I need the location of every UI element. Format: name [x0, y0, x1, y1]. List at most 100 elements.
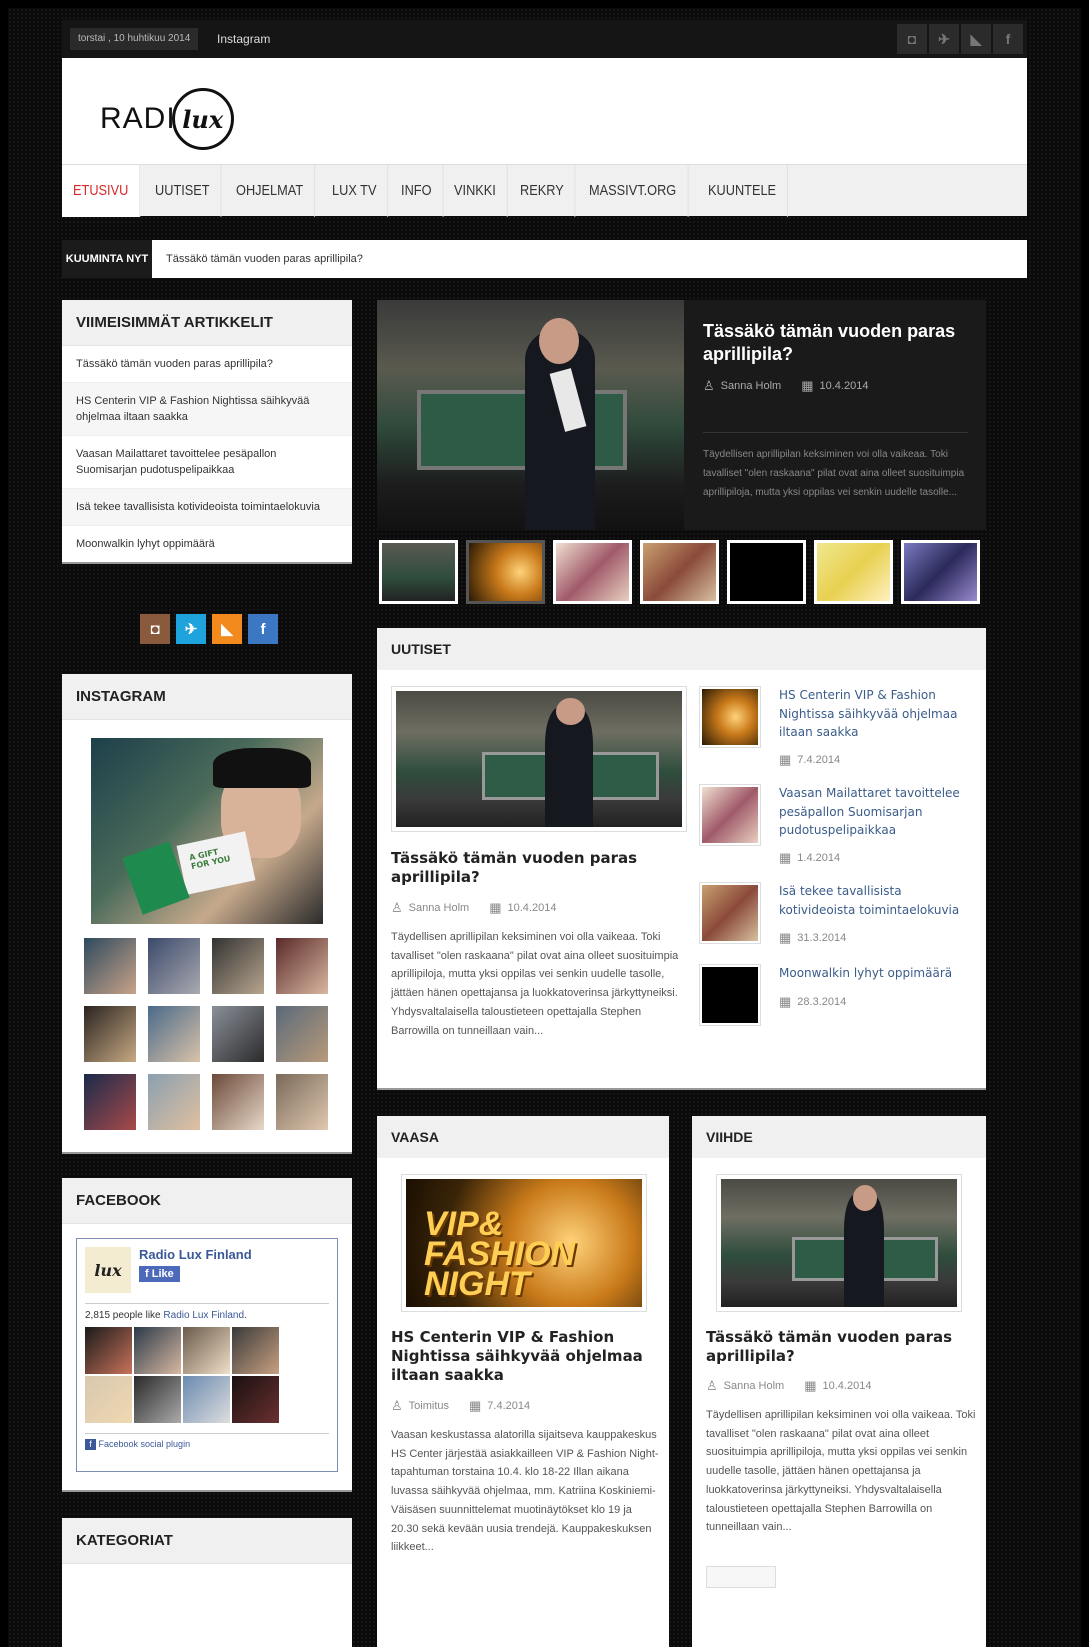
ticker-headline[interactable]: Tässäkö tämän vuoden paras aprillipila? [166, 240, 363, 278]
instagram-icon[interactable]: ◘ [140, 614, 170, 644]
instagram-thumb[interactable] [84, 1006, 136, 1062]
section-title: UUTISET [377, 628, 986, 670]
like-count-link[interactable]: Radio Lux Finland [163, 1310, 244, 1321]
instagram-thumb[interactable] [212, 1006, 264, 1062]
avatar[interactable] [232, 1376, 279, 1423]
list-item[interactable]: HS Centerin VIP & Fashion Nightissa säih… [62, 383, 352, 436]
side-thumb[interactable] [699, 686, 761, 748]
vaasa-section: VAASA VIP& FASHION NIGHT HS Centerin VIP… [377, 1116, 669, 1647]
instagram-thumb[interactable] [276, 1074, 328, 1130]
avatar[interactable] [134, 1376, 181, 1423]
list-item[interactable]: Tässäkö tämän vuoden paras aprillipila? [62, 346, 352, 383]
widget-title: INSTAGRAM [62, 674, 352, 720]
author[interactable]: Toimitus [409, 1400, 449, 1412]
viihde-article-title[interactable]: Tässäkö tämän vuoden paras aprillipila? [706, 1328, 968, 1366]
rss-icon[interactable]: ◣ [961, 24, 991, 54]
side-thumb[interactable] [699, 964, 761, 1026]
side-thumb[interactable] [699, 882, 761, 944]
instagram-thumb[interactable] [84, 1074, 136, 1130]
facebook-icon: f [85, 1439, 96, 1450]
viihde-image[interactable] [716, 1174, 962, 1312]
uutiset-main-meta: ♙ Sanna Holm ▦ 10.4.2014 [391, 900, 556, 916]
instagram-featured-photo[interactable]: A GIFT FOR YOU [91, 738, 323, 924]
author[interactable]: Sanna Holm [724, 1380, 785, 1392]
section-title: VIIHDE [692, 1116, 986, 1158]
vaasa-excerpt: Vaasan keskustassa alatorilla sijaitseva… [391, 1429, 659, 1554]
slider-thumb[interactable] [466, 540, 545, 604]
instagram-thumb[interactable] [276, 938, 328, 994]
uutiset-main-excerpt: Täydellisen aprillipilan keksiminen voi … [391, 931, 679, 1037]
nav-item-kuuntele[interactable]: KUUNTELE [697, 165, 789, 217]
calendar-icon: ▦ [779, 850, 792, 865]
twitter-icon[interactable]: ✈ [929, 24, 959, 54]
slider-thumb[interactable] [814, 540, 893, 604]
rss-icon[interactable]: ◣ [212, 614, 242, 644]
uutiset-main-title[interactable]: Tässäkö tämän vuoden paras aprillipila? [391, 849, 671, 887]
side-title[interactable]: Vaasan Mailattaret tavoittelee pesäpallo… [779, 784, 969, 840]
user-icon: ♙ [706, 1378, 718, 1393]
author[interactable]: Sanna Holm [409, 902, 470, 914]
avatar[interactable] [232, 1327, 279, 1374]
top-link-instagram[interactable]: Instagram [217, 28, 270, 50]
featured-title[interactable]: Tässäkö tämän vuoden paras aprillipila? [703, 320, 973, 366]
slider-thumb[interactable] [727, 540, 806, 604]
facebook-icon: f [145, 1268, 149, 1280]
author[interactable]: Sanna Holm [721, 380, 782, 392]
instagram-thumb[interactable] [148, 938, 200, 994]
instagram-thumb[interactable] [148, 1074, 200, 1130]
instagram-icon[interactable]: ◘ [897, 24, 927, 54]
avatar[interactable] [183, 1327, 230, 1374]
nav-item-massivt[interactable]: MASSIVT.ORG [578, 165, 688, 217]
nav-item-ohjelmat[interactable]: OHJELMAT [225, 165, 316, 217]
nav-item-rekry[interactable]: REKRY [509, 165, 577, 217]
avatar[interactable] [183, 1376, 230, 1423]
featured-image[interactable] [377, 300, 684, 530]
facebook-plugin-link[interactable]: f Facebook social plugin [85, 1433, 329, 1450]
twitter-icon[interactable]: ✈ [176, 614, 206, 644]
nav-item-etusivu[interactable]: ETUSIVU [62, 165, 141, 217]
logo-mark: lux [171, 88, 234, 150]
nav-item-uutiset[interactable]: UUTISET [144, 165, 222, 217]
instagram-thumb[interactable] [84, 938, 136, 994]
facebook-like-button[interactable]: f Like [139, 1266, 180, 1282]
read-more-button[interactable] [706, 1566, 776, 1588]
nav-item-info[interactable]: INFO [390, 165, 444, 217]
like-label: Like [151, 1268, 174, 1280]
vaasa-article-title[interactable]: HS Centerin VIP & Fashion Nightissa säih… [391, 1328, 653, 1385]
side-title[interactable]: HS Centerin VIP & Fashion Nightissa säih… [779, 686, 969, 742]
facebook-like-count: 2,815 people like Radio Lux Finland. [85, 1303, 329, 1321]
logo-text: RADI [100, 102, 176, 135]
sidebar-social-icons: ◘ ✈ ◣ f [140, 614, 278, 644]
viihde-excerpt: Täydellisen aprillipilan keksiminen voi … [706, 1409, 976, 1534]
avatar[interactable] [134, 1327, 181, 1374]
uutiset-main-image[interactable] [391, 686, 687, 832]
slider-thumb[interactable] [640, 540, 719, 604]
slider-thumb[interactable] [901, 540, 980, 604]
nav-item-vinkki[interactable]: VINKKI [443, 165, 508, 217]
instagram-thumb[interactable] [276, 1006, 328, 1062]
instagram-thumb[interactable] [148, 1006, 200, 1062]
facebook-icon[interactable]: f [248, 614, 278, 644]
avatar[interactable] [85, 1327, 132, 1374]
side-thumb[interactable] [699, 784, 761, 846]
vaasa-image[interactable]: VIP& FASHION NIGHT [401, 1174, 647, 1312]
facebook-page-name[interactable]: Radio Lux Finland [139, 1247, 252, 1262]
nav-item-lux-tv[interactable]: LUX TV [321, 165, 389, 217]
date: 28.3.2014 [797, 996, 847, 1008]
side-title[interactable]: Moonwalkin lyhyt oppimäärä [779, 964, 969, 983]
list-item[interactable]: Moonwalkin lyhyt oppimäärä [62, 526, 352, 562]
user-icon: ♙ [391, 1398, 403, 1413]
site-logo[interactable]: RADI lux [100, 88, 234, 150]
list-item[interactable]: Vaasan Mailattaret tavoittelee pesäpallo… [62, 436, 352, 489]
side-title[interactable]: Isä tekee tavallisista kotivideoista toi… [779, 882, 969, 919]
like-count-suffix: . [244, 1310, 247, 1321]
list-item[interactable]: Isä tekee tavallisista kotivideoista toi… [62, 489, 352, 526]
avatar[interactable] [85, 1376, 132, 1423]
facebook-page-avatar[interactable]: lux [85, 1247, 131, 1293]
instagram-thumb[interactable] [212, 1074, 264, 1130]
facebook-icon[interactable]: f [993, 24, 1023, 54]
slider-thumb[interactable] [379, 540, 458, 604]
slider-thumb[interactable] [553, 540, 632, 604]
instagram-thumb[interactable] [212, 938, 264, 994]
calendar-icon: ▦ [779, 994, 792, 1009]
